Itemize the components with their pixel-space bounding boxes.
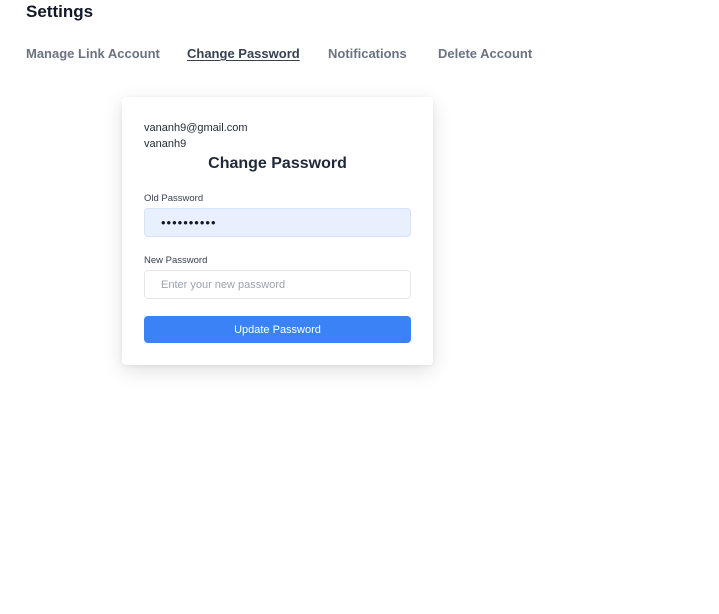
old-password-input[interactable] [144, 208, 411, 237]
tab-notifications[interactable]: Notifications [328, 46, 407, 62]
user-name: vananh9 [144, 138, 187, 150]
card-title: Change Password [208, 155, 347, 172]
new-password-input[interactable] [144, 270, 411, 299]
new-password-label: New Password [144, 255, 208, 266]
tab-change-password[interactable]: Change Password [187, 46, 300, 62]
user-email: vananh9@gmail.com [144, 122, 248, 134]
change-password-card: vananh9@gmail.com vananh9 Change Passwor… [122, 97, 433, 365]
page-title: Settings [26, 2, 94, 21]
update-password-button[interactable]: Update Password [144, 316, 411, 343]
tab-manage-link-account[interactable]: Manage Link Account [26, 46, 160, 62]
old-password-label: Old Password [144, 193, 204, 204]
tab-delete-account[interactable]: Delete Account [438, 46, 532, 62]
